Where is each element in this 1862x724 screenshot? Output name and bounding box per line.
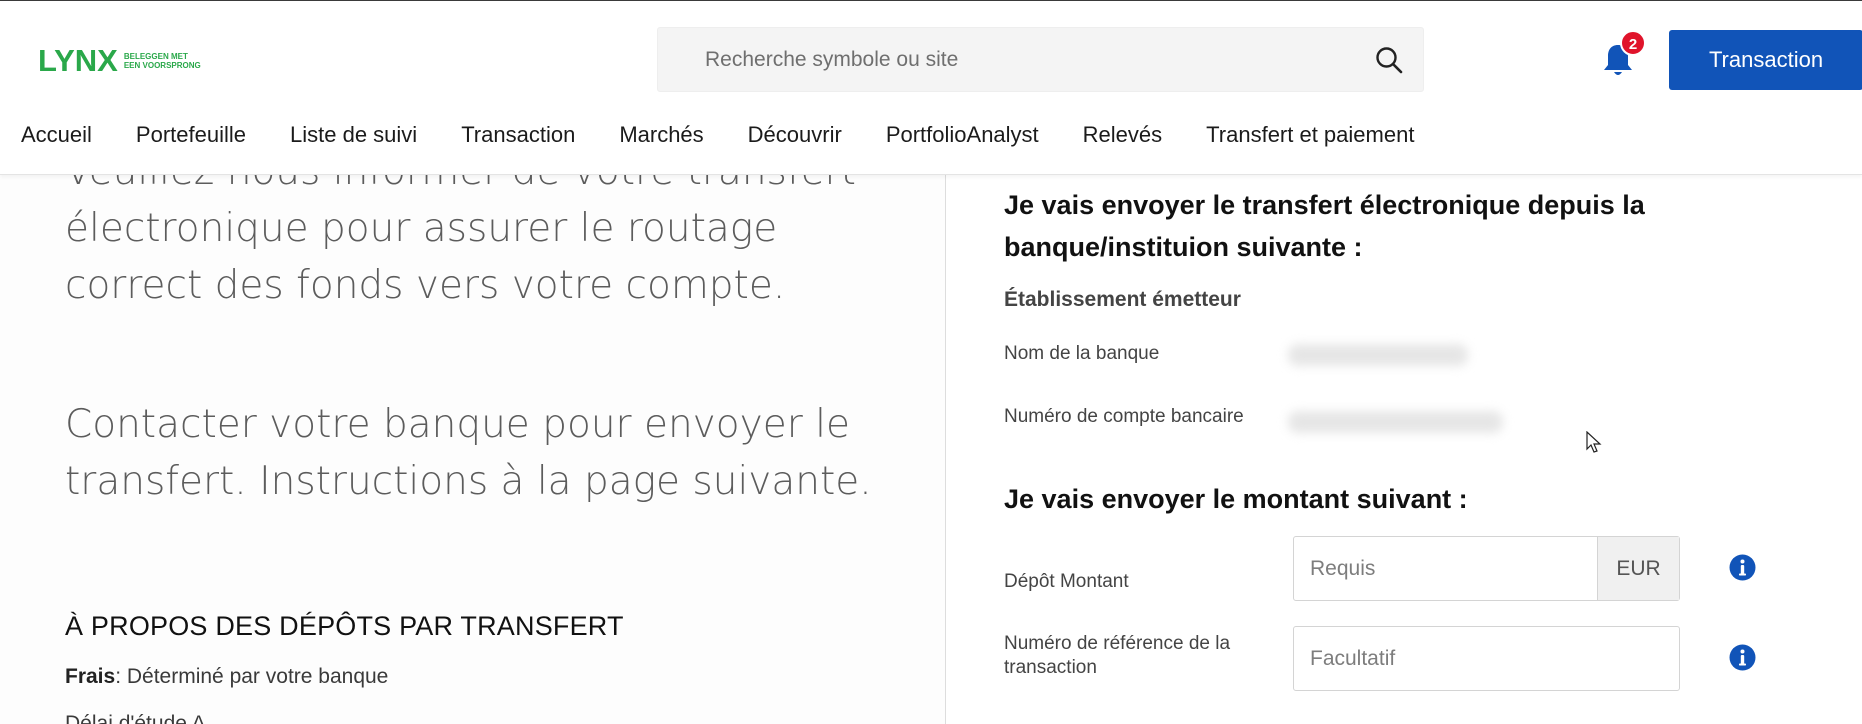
processing-time-line: Délai d'étude A...	[65, 712, 224, 724]
transfer-form: Je vais envoyer le transfert électroniqu…	[946, 175, 1862, 724]
amount-label: Dépôt Montant	[1004, 571, 1129, 592]
notification-badge: 2	[1620, 30, 1646, 56]
fees-label: Frais	[65, 665, 116, 688]
reference-label: Numéro de référence de la transaction	[1004, 633, 1231, 678]
instruction-paragraph-1: Veuillez nous informer de votre transfer…	[65, 175, 856, 308]
mouse-cursor-icon	[1586, 431, 1602, 453]
bank-name-label: Nom de la banque	[1004, 343, 1160, 364]
nav-item-decouvrir[interactable]: Découvrir	[748, 113, 842, 161]
top-header: LYNX BELEGGEN MET EEN VOORSPRONG 2 Trans…	[0, 0, 1862, 175]
search-icon[interactable]	[1374, 45, 1404, 75]
logo-tagline: BELEGGEN MET EEN VOORSPRONG	[123, 51, 201, 70]
account-number-label: Numéro de compte bancaire	[1004, 406, 1244, 427]
nav-item-accueil[interactable]: Accueil	[21, 113, 92, 161]
currency-addon: EUR	[1597, 537, 1679, 600]
source-bank-heading: Je vais envoyer le transfert électroniqu…	[1004, 190, 1645, 262]
search-input[interactable]	[658, 28, 1358, 91]
info-panel: Veuillez nous informer de votre transfer…	[0, 175, 945, 724]
about-deposits-heading: À PROPOS DES DÉPÔTS PAR TRANSFERT	[65, 611, 624, 641]
nav-item-marches[interactable]: Marchés	[619, 113, 703, 161]
logo-wordmark: LYNX	[38, 43, 118, 78]
amount-field[interactable]: EUR	[1293, 536, 1680, 601]
fees-value: : Déterminé par votre banque	[115, 665, 389, 688]
transaction-button[interactable]: Transaction	[1669, 30, 1862, 90]
issuer-subheading: Établissement émetteur	[1004, 288, 1241, 311]
nav-item-portefeuille[interactable]: Portefeuille	[136, 113, 246, 161]
search-box[interactable]	[657, 27, 1424, 92]
nav-item-portfolioanalyst[interactable]: PortfolioAnalyst	[886, 113, 1039, 161]
lynx-logo[interactable]: LYNX BELEGGEN MET EEN VOORSPRONG	[38, 45, 201, 76]
amount-heading: Je vais envoyer le montant suivant :	[1004, 484, 1468, 514]
info-icon[interactable]	[1729, 644, 1756, 671]
account-number-value	[1288, 411, 1503, 433]
bank-name-value	[1288, 344, 1468, 366]
fees-line: Frais: Déterminé par votre banque	[65, 665, 388, 689]
amount-input[interactable]	[1294, 537, 1597, 600]
nav-item-liste-de-suivi[interactable]: Liste de suivi	[290, 113, 417, 161]
reference-input[interactable]	[1294, 627, 1679, 690]
nav-item-transaction[interactable]: Transaction	[461, 113, 575, 161]
instruction-paragraph-2: Contacter votre banque pour envoyer le t…	[65, 402, 872, 504]
nav-item-transfert-et-paiement[interactable]: Transfert et paiement	[1206, 113, 1414, 161]
nav-item-releves[interactable]: Relevés	[1083, 113, 1162, 161]
main-nav: Accueil Portefeuille Liste de suivi Tran…	[0, 113, 1458, 161]
reference-field[interactable]	[1293, 626, 1680, 691]
info-icon[interactable]	[1729, 554, 1756, 581]
